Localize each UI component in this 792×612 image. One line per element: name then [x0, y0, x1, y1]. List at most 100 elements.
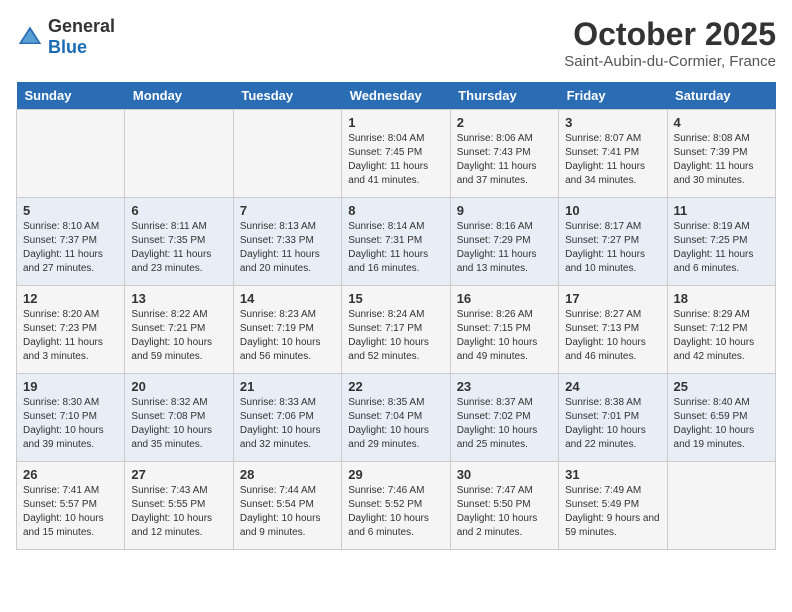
- calendar-cell: 18 Sunrise: 8:29 AMSunset: 7:12 PMDayligh…: [667, 286, 775, 374]
- calendar-week-row: 5 Sunrise: 8:10 AMSunset: 7:37 PMDaylight…: [17, 198, 776, 286]
- logo-icon: [16, 23, 44, 51]
- calendar-cell: 9 Sunrise: 8:16 AMSunset: 7:29 PMDaylight…: [450, 198, 558, 286]
- day-number: 30: [457, 467, 552, 482]
- cell-info: Sunrise: 8:04 AMSunset: 7:45 PMDaylight:…: [348, 132, 443, 188]
- calendar-cell: 13 Sunrise: 8:22 AMSunset: 7:21 PMDayligh…: [125, 286, 233, 374]
- logo-general: General: [48, 16, 115, 36]
- day-number: 10: [565, 203, 660, 218]
- day-number: 14: [240, 291, 335, 306]
- day-number: 21: [240, 379, 335, 394]
- cell-info: Sunrise: 8:22 AMSunset: 7:21 PMDaylight:…: [131, 308, 226, 364]
- calendar-cell: [125, 110, 233, 198]
- calendar-cell: 10Sunrise: 8:17 AMSunset: 7:27 PMDayligh…: [559, 198, 667, 286]
- calendar-cell: 21 Sunrise: 8:33 AMSunset: 7:06 PMDayligh…: [233, 374, 341, 462]
- cell-info: Sunrise: 8:40 AMSunset: 6:59 PMDaylight:…: [674, 396, 769, 452]
- cell-info: Sunrise: 8:20 AMSunset: 7:23 PMDaylight:…: [23, 308, 118, 364]
- calendar-cell: 25 Sunrise: 8:40 AMSunset: 6:59 PMDayligh…: [667, 374, 775, 462]
- calendar-cell: 6 Sunrise: 8:11 AMSunset: 7:35 PMDaylight…: [125, 198, 233, 286]
- weekday-header: Thursday: [450, 82, 558, 110]
- cell-info: Sunrise: 8:37 AMSunset: 7:02 PMDaylight:…: [457, 396, 552, 452]
- logo: General Blue: [16, 16, 115, 58]
- weekday-header: Saturday: [667, 82, 775, 110]
- calendar-week-row: 1 Sunrise: 8:04 AMSunset: 7:45 PMDaylight…: [17, 110, 776, 198]
- calendar-week-row: 19 Sunrise: 8:30 AMSunset: 7:10 PMDayligh…: [17, 374, 776, 462]
- day-number: 24: [565, 379, 660, 394]
- day-number: 11: [674, 203, 769, 218]
- day-number: 20: [131, 379, 226, 394]
- weekday-header-row: SundayMondayTuesdayWednesdayThursdayFrid…: [17, 82, 776, 110]
- cell-info: Sunrise: 7:47 AMSunset: 5:50 PMDaylight:…: [457, 484, 552, 540]
- calendar-cell: 4Sunrise: 8:08 AMSunset: 7:39 PMDaylight…: [667, 110, 775, 198]
- cell-info: Sunrise: 8:33 AMSunset: 7:06 PMDaylight:…: [240, 396, 335, 452]
- calendar-cell: 31 Sunrise: 7:49 AMSunset: 5:49 PMDayligh…: [559, 462, 667, 550]
- day-number: 26: [23, 467, 118, 482]
- day-number: 18: [674, 291, 769, 306]
- day-number: 1: [348, 115, 443, 130]
- cell-info: Sunrise: 8:38 AMSunset: 7:01 PMDaylight:…: [565, 396, 660, 452]
- title-block: October 2025 Saint-Aubin-du-Cormier, Fra…: [564, 16, 776, 70]
- day-number: 27: [131, 467, 226, 482]
- cell-info: Sunrise: 8:29 AMSunset: 7:12 PMDaylight:…: [674, 308, 769, 364]
- day-number: 5: [23, 203, 118, 218]
- calendar-cell: 17 Sunrise: 8:27 AMSunset: 7:13 PMDayligh…: [559, 286, 667, 374]
- day-number: 15: [348, 291, 443, 306]
- calendar-cell: 11 Sunrise: 8:19 AMSunset: 7:25 PMDayligh…: [667, 198, 775, 286]
- cell-info: Sunrise: 8:10 AMSunset: 7:37 PMDaylight:…: [23, 220, 118, 276]
- cell-info: Sunrise: 8:07 AMSunset: 7:41 PMDaylight:…: [565, 132, 660, 188]
- day-number: 17: [565, 291, 660, 306]
- weekday-header: Friday: [559, 82, 667, 110]
- weekday-header: Tuesday: [233, 82, 341, 110]
- day-number: 13: [131, 291, 226, 306]
- cell-info: Sunrise: 8:35 AMSunset: 7:04 PMDaylight:…: [348, 396, 443, 452]
- day-number: 2: [457, 115, 552, 130]
- calendar-cell: [17, 110, 125, 198]
- cell-info: Sunrise: 8:26 AMSunset: 7:15 PMDaylight:…: [457, 308, 552, 364]
- cell-info: Sunrise: 7:43 AMSunset: 5:55 PMDaylight:…: [131, 484, 226, 540]
- day-number: 8: [348, 203, 443, 218]
- cell-info: Sunrise: 8:11 AMSunset: 7:35 PMDaylight:…: [131, 220, 226, 276]
- page-header: General Blue October 2025 Saint-Aubin-du…: [16, 16, 776, 70]
- calendar-cell: 27 Sunrise: 7:43 AMSunset: 5:55 PMDayligh…: [125, 462, 233, 550]
- day-number: 19: [23, 379, 118, 394]
- day-number: 7: [240, 203, 335, 218]
- cell-info: Sunrise: 8:14 AMSunset: 7:31 PMDaylight:…: [348, 220, 443, 276]
- cell-info: Sunrise: 7:49 AMSunset: 5:49 PMDaylight:…: [565, 484, 660, 540]
- calendar-cell: 14 Sunrise: 8:23 AMSunset: 7:19 PMDayligh…: [233, 286, 341, 374]
- day-number: 28: [240, 467, 335, 482]
- day-number: 25: [674, 379, 769, 394]
- calendar-cell: 15Sunrise: 8:24 AMSunset: 7:17 PMDayligh…: [342, 286, 450, 374]
- day-number: 31: [565, 467, 660, 482]
- calendar-cell: 3Sunrise: 8:07 AMSunset: 7:41 PMDaylight…: [559, 110, 667, 198]
- day-number: 9: [457, 203, 552, 218]
- calendar-cell: 5 Sunrise: 8:10 AMSunset: 7:37 PMDaylight…: [17, 198, 125, 286]
- weekday-header: Monday: [125, 82, 233, 110]
- calendar-week-row: 12 Sunrise: 8:20 AMSunset: 7:23 PMDayligh…: [17, 286, 776, 374]
- calendar-cell: 8 Sunrise: 8:14 AMSunset: 7:31 PMDaylight…: [342, 198, 450, 286]
- calendar-cell: 16 Sunrise: 8:26 AMSunset: 7:15 PMDayligh…: [450, 286, 558, 374]
- calendar-cell: 30 Sunrise: 7:47 AMSunset: 5:50 PMDayligh…: [450, 462, 558, 550]
- calendar-cell: 22 Sunrise: 8:35 AMSunset: 7:04 PMDayligh…: [342, 374, 450, 462]
- cell-info: Sunrise: 8:16 AMSunset: 7:29 PMDaylight:…: [457, 220, 552, 276]
- calendar-cell: 24 Sunrise: 8:38 AMSunset: 7:01 PMDayligh…: [559, 374, 667, 462]
- calendar-cell: 7Sunrise: 8:13 AMSunset: 7:33 PMDaylight…: [233, 198, 341, 286]
- calendar-cell: 19 Sunrise: 8:30 AMSunset: 7:10 PMDayligh…: [17, 374, 125, 462]
- cell-info: Sunrise: 7:46 AMSunset: 5:52 PMDaylight:…: [348, 484, 443, 540]
- calendar-table: SundayMondayTuesdayWednesdayThursdayFrid…: [16, 82, 776, 550]
- weekday-header: Wednesday: [342, 82, 450, 110]
- day-number: 16: [457, 291, 552, 306]
- calendar-week-row: 26Sunrise: 7:41 AMSunset: 5:57 PMDayligh…: [17, 462, 776, 550]
- calendar-cell: 29Sunrise: 7:46 AMSunset: 5:52 PMDayligh…: [342, 462, 450, 550]
- day-number: 23: [457, 379, 552, 394]
- cell-info: Sunrise: 8:27 AMSunset: 7:13 PMDaylight:…: [565, 308, 660, 364]
- cell-info: Sunrise: 8:23 AMSunset: 7:19 PMDaylight:…: [240, 308, 335, 364]
- cell-info: Sunrise: 8:19 AMSunset: 7:25 PMDaylight:…: [674, 220, 769, 276]
- day-number: 12: [23, 291, 118, 306]
- location-subtitle: Saint-Aubin-du-Cormier, France: [564, 53, 776, 70]
- day-number: 6: [131, 203, 226, 218]
- cell-info: Sunrise: 8:32 AMSunset: 7:08 PMDaylight:…: [131, 396, 226, 452]
- calendar-cell: [667, 462, 775, 550]
- calendar-cell: 26Sunrise: 7:41 AMSunset: 5:57 PMDayligh…: [17, 462, 125, 550]
- cell-info: Sunrise: 8:06 AMSunset: 7:43 PMDaylight:…: [457, 132, 552, 188]
- day-number: 22: [348, 379, 443, 394]
- cell-info: Sunrise: 8:30 AMSunset: 7:10 PMDaylight:…: [23, 396, 118, 452]
